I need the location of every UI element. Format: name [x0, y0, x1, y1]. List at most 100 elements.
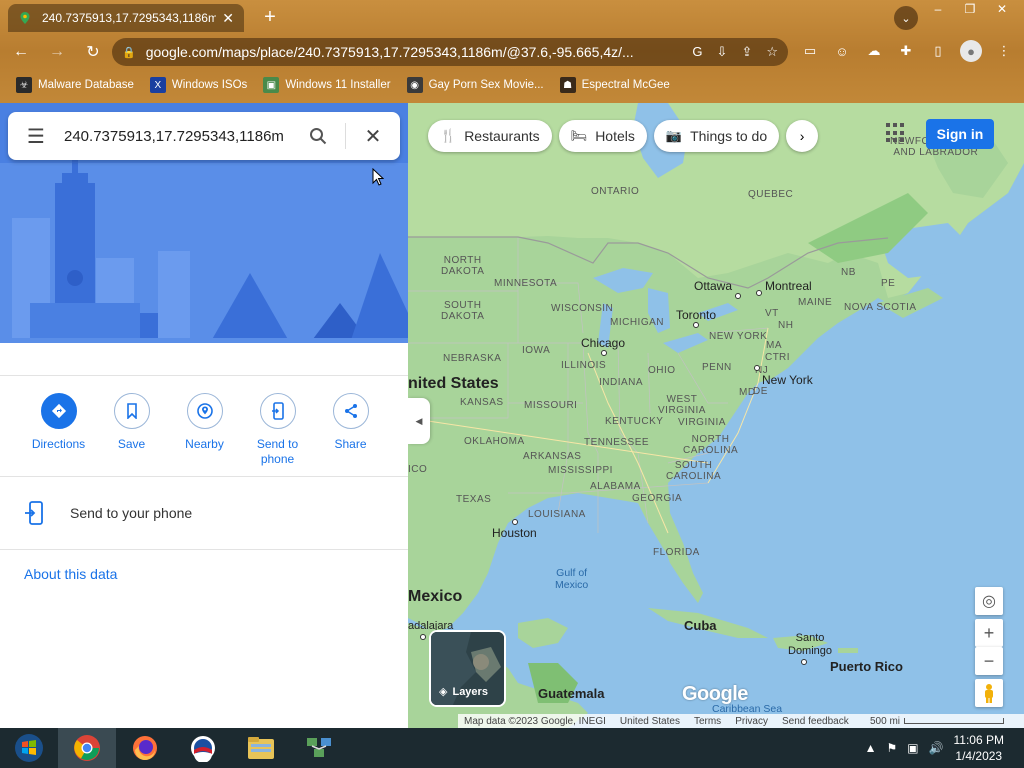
arrow-right-icon: → [49, 43, 65, 60]
chips-next-button[interactable]: › [786, 120, 819, 152]
chip-things-to-do[interactable]: 📷 Things to do [653, 120, 780, 152]
profile-avatar-icon[interactable]: ● [960, 40, 982, 62]
extension-cloud-icon[interactable]: ☁ [864, 41, 884, 61]
send-to-phone-row[interactable]: Send to your phone [0, 477, 408, 549]
privacy-link[interactable]: Privacy [735, 716, 768, 727]
bookmark-label: Gay Porn Sex Movie... [428, 79, 544, 91]
windows-start-icon [15, 734, 43, 762]
google-lens-icon[interactable]: G [692, 44, 702, 60]
side-panel-icon[interactable]: ▯ [928, 41, 948, 61]
city-dot [754, 365, 760, 371]
maps-favicon-icon [20, 12, 30, 24]
collapse-panel-button[interactable]: ◀ [408, 398, 430, 444]
directions-button[interactable]: Directions [22, 393, 95, 467]
map-label: MICHIGAN [610, 317, 664, 328]
clear-search-button[interactable]: ✕ [346, 124, 400, 149]
taskbar-file-explorer[interactable] [232, 728, 290, 768]
minimize-button[interactable]: – [924, 0, 952, 18]
map-label: ARKANSAS [523, 451, 582, 462]
volume-icon[interactable]: 🔊 [929, 741, 944, 755]
terms-link[interactable]: Terms [694, 716, 721, 727]
plus-icon: + [983, 622, 995, 643]
country-label-cuba: Cuba [684, 618, 717, 633]
scale-label: 500 mi [869, 715, 900, 727]
send-feedback-link[interactable]: Send feedback [782, 716, 849, 727]
map-view[interactable]: 🍴 Restaurants 🛏 Hotels 📷 Things to do › Sig… [408, 103, 1024, 728]
country-label-united-states: nited States [408, 375, 499, 392]
zoom-out-button[interactable]: − [975, 647, 1003, 675]
chip-hotels[interactable]: 🛏 Hotels [558, 120, 647, 152]
search-button[interactable] [291, 127, 345, 145]
network-status-icon[interactable]: ▣ [907, 741, 918, 755]
browser-tab[interactable]: 240.7375913,17.7295343,1186m ✕ [8, 4, 244, 32]
map-label: MAINE [798, 297, 833, 308]
search-input[interactable]: 240.7375913,17.7295343,1186m [64, 128, 291, 145]
taskbar-chrome[interactable] [58, 728, 116, 768]
country-link[interactable]: United States [620, 716, 680, 727]
city-label-new-york[interactable]: New York [762, 373, 813, 387]
city-label-ottawa[interactable]: Ottawa [694, 279, 732, 293]
folder-icon [248, 737, 274, 759]
taskbar-firefox[interactable] [116, 728, 174, 768]
google-apps-icon[interactable] [886, 123, 906, 143]
taskbar-obama-app[interactable] [174, 728, 232, 768]
tab-close-icon[interactable]: ✕ [222, 10, 234, 27]
send-to-phone-button[interactable]: Send to phone [241, 393, 314, 467]
directions-label: Directions [31, 437, 86, 451]
chip-restaurants[interactable]: 🍴 Restaurants [428, 120, 552, 152]
city-label-chicago[interactable]: Chicago [581, 336, 625, 350]
bookmark-label: Windows ISOs [171, 79, 248, 91]
save-button[interactable]: Save [95, 393, 168, 467]
map-label: WISCONSIN [551, 303, 614, 314]
city-label-santo-domingo[interactable]: Santo Domingo [788, 632, 832, 658]
layers-toggle[interactable]: ◈ Layers [429, 630, 506, 707]
map-label: QUEBEC [748, 189, 794, 200]
mouse-cursor-icon [372, 168, 384, 186]
map-label: WEST VIRGINIA [658, 394, 706, 416]
address-bar[interactable]: 🔒 google.com/maps/place/240.7375913,17.7… [112, 38, 788, 66]
hamburger-menu-icon[interactable]: ☰ [8, 124, 64, 149]
city-dot [801, 659, 807, 665]
bookmark-malware-database[interactable]: ☣ Malware Database [16, 77, 134, 93]
bookmarks-bar: ☣ Malware Database X Windows ISOs ▣ Windows… [0, 72, 1024, 98]
city-label-toronto[interactable]: Toronto [676, 308, 716, 322]
about-this-data-link[interactable]: About this data [24, 566, 117, 582]
clock[interactable]: 11:06 PM 1/4/2023 [954, 732, 1004, 764]
city-label-houston[interactable]: Houston [492, 526, 537, 540]
city-dot [735, 293, 741, 299]
bookmark-windows-isos[interactable]: X Windows ISOs [149, 77, 248, 93]
install-icon[interactable]: ⇩ [717, 44, 728, 60]
city-label-montreal[interactable]: Montreal [765, 279, 812, 293]
send-to-phone-text: Send to your phone [70, 505, 193, 521]
bookmark-windows-11-installer[interactable]: ▣ Windows 11 Installer [263, 77, 391, 93]
taskbar-network-app[interactable] [290, 728, 348, 768]
my-location-button[interactable]: ◎ [975, 587, 1003, 615]
share-button[interactable]: Share [314, 393, 387, 467]
bookmark-star-icon[interactable]: ☆ [766, 44, 778, 60]
map-label: SOUTH CAROLINA [666, 460, 722, 482]
bookmark-espectral-mcgee[interactable]: ☗ Espectral McGee [559, 77, 670, 93]
bookmark-site[interactable]: ◉ Gay Porn Sex Movie... [406, 77, 544, 93]
extension-avatar-icon[interactable]: ☺ [832, 41, 852, 61]
extensions-puzzle-icon[interactable]: ✚ [896, 41, 916, 61]
extension-flag-icon[interactable]: ▭ [800, 41, 820, 61]
back-button[interactable]: ← [6, 37, 36, 67]
scale-bar[interactable]: 500 mi [870, 716, 1004, 727]
tab-search-button[interactable]: ⌄ [894, 6, 918, 30]
reload-button[interactable]: ↻ [78, 37, 108, 67]
show-hidden-icons-button[interactable]: ▲ [865, 741, 877, 755]
forward-button[interactable]: → [42, 37, 72, 67]
street-view-pegman-button[interactable] [975, 679, 1003, 707]
close-window-button[interactable]: ✕ [988, 0, 1016, 18]
zoom-in-button[interactable]: + [975, 619, 1003, 647]
nearby-button[interactable]: Nearby [168, 393, 241, 467]
new-tab-button[interactable]: + [258, 6, 282, 29]
start-button[interactable] [0, 728, 58, 768]
directions-icon [40, 393, 77, 429]
sign-in-button[interactable]: Sign in [926, 119, 994, 149]
maximize-button[interactable]: ❐ [956, 0, 984, 18]
browser-menu-icon[interactable]: ⋮ [994, 41, 1014, 61]
flag-icon[interactable]: ⚑ [886, 741, 897, 755]
clock-date: 1/4/2023 [955, 749, 1003, 763]
share-page-icon[interactable]: ⇪ [741, 44, 752, 60]
